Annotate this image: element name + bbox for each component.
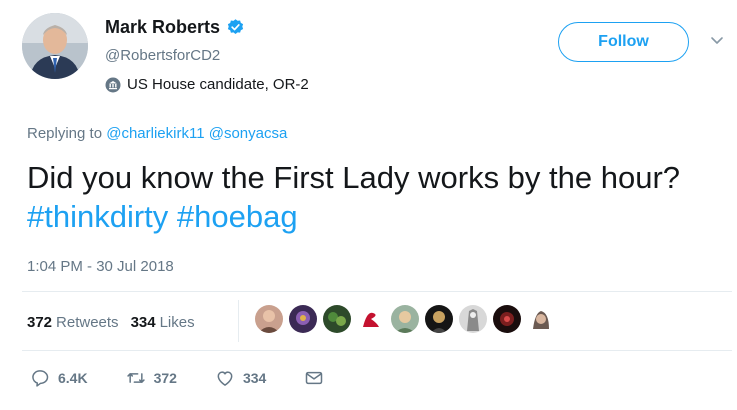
liker-avatar[interactable]	[289, 305, 317, 333]
reply-icon	[32, 370, 49, 387]
retweets-label: Retweets	[56, 314, 119, 331]
government-icon	[105, 77, 121, 92]
likes-stat[interactable]: 334 Likes	[131, 314, 195, 331]
likes-count: 334	[130, 314, 156, 331]
liker-avatar[interactable]	[357, 305, 385, 333]
retweets-stat[interactable]: 372 Retweets	[27, 314, 119, 331]
liker-avatars	[255, 305, 561, 333]
stats-separator	[238, 300, 239, 342]
follow-button[interactable]: Follow	[558, 22, 689, 62]
divider	[22, 350, 732, 351]
reply-count: 6.4K	[58, 370, 88, 386]
liker-avatar[interactable]	[493, 305, 521, 333]
envelope-icon	[306, 371, 323, 385]
liker-avatar[interactable]	[255, 305, 283, 333]
chevron-down-icon[interactable]	[710, 36, 724, 46]
tweet-text: Did you know the First Lady works by the…	[27, 158, 717, 236]
likes-label: Likes	[159, 314, 195, 331]
author-bio-label: US House candidate, OR-2	[127, 76, 309, 93]
replying-to: Replying to @charliekirk11 @sonyacsa	[27, 125, 287, 142]
mention-link[interactable]: @sonyacsa	[209, 125, 288, 142]
author-handle[interactable]: @RobertsforCD2	[105, 47, 220, 64]
verified-badge-icon	[227, 19, 244, 34]
liker-avatar[interactable]	[527, 305, 555, 333]
retweet-button[interactable]: 372	[126, 368, 177, 388]
hashtag-link[interactable]: #hoebag	[177, 199, 298, 234]
author-label: US House candidate, OR-2	[105, 76, 309, 93]
replying-to-prefix: Replying to	[27, 125, 103, 142]
liker-avatar[interactable]	[459, 305, 487, 333]
retweet-icon	[126, 373, 145, 383]
liker-avatar[interactable]	[323, 305, 351, 333]
tweet-stats: 372 Retweets 334 Likes	[27, 314, 207, 331]
retweets-count: 372	[27, 314, 53, 331]
author-name[interactable]: Mark Roberts	[105, 17, 220, 38]
like-count: 334	[242, 370, 267, 386]
retweet-count: 372	[153, 370, 177, 386]
direct-message-button[interactable]	[304, 368, 332, 388]
liker-avatar[interactable]	[391, 305, 419, 333]
hashtag-link[interactable]: #thinkdirty	[27, 199, 168, 234]
avatar[interactable]	[22, 13, 88, 79]
like-button[interactable]: 334	[215, 368, 266, 388]
tweet-actions: 6.4K 372 334	[30, 368, 370, 388]
heart-icon	[217, 371, 233, 386]
tweet-body: Did you know the First Lady works by the…	[27, 160, 681, 195]
divider	[22, 291, 732, 292]
tweet-timestamp[interactable]: 1:04 PM - 30 Jul 2018	[27, 258, 174, 275]
liker-avatar[interactable]	[425, 305, 453, 333]
reply-button[interactable]: 6.4K	[30, 368, 88, 388]
author-name-row: Mark Roberts	[105, 17, 245, 38]
mention-link[interactable]: @charliekirk11	[106, 125, 204, 142]
